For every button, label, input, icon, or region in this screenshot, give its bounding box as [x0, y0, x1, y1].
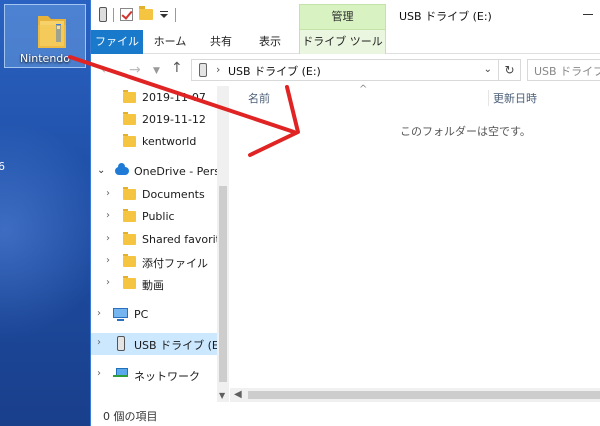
nav-item-label: OneDrive - Perso [134, 165, 227, 178]
new-folder-icon[interactable] [139, 6, 153, 20]
empty-folder-message: このフォルダーは空です。 [400, 125, 531, 138]
minimize-icon[interactable] [583, 14, 593, 15]
title-bar: 管理 USB ドライブ (E:) [91, 0, 600, 30]
window-title: USB ドライブ (E:) [399, 10, 492, 23]
chevron-right-icon[interactable]: › [106, 277, 110, 288]
nav-item-label: Shared favorites [142, 233, 229, 246]
nav-item-pc[interactable]: › PC [91, 304, 229, 326]
desktop: Nintendo 6 [0, 0, 90, 426]
folder-icon [123, 112, 136, 125]
file-list-area[interactable]: ^ 名前 更新日時 このフォルダーは空です。 ◀ [230, 84, 600, 402]
desktop-icon-nintendo[interactable]: Nintendo [4, 4, 86, 68]
nav-item-usb-drive[interactable]: › USB ドライブ (E:) [91, 333, 229, 355]
column-header-name[interactable]: 名前 [248, 90, 270, 106]
address-path[interactable]: USB ドライブ (E:) [228, 63, 321, 79]
back-arrow-icon[interactable]: ← [101, 62, 113, 78]
folder-icon [123, 134, 136, 147]
column-divider[interactable] [488, 90, 489, 106]
chevron-right-icon[interactable]: › [106, 255, 110, 266]
sort-ascending-icon: ^ [359, 84, 368, 95]
properties-check-icon[interactable] [120, 8, 133, 21]
recent-locations-chevron-icon[interactable]: ▼ [153, 66, 160, 76]
folder-icon [123, 276, 136, 289]
forward-arrow-icon[interactable]: → [129, 62, 141, 78]
search-placeholder: USB ドライブ (E:) [534, 65, 600, 78]
scroll-down-arrow-icon[interactable]: ▼ [219, 391, 225, 400]
folder-icon [123, 209, 136, 222]
chevron-right-icon[interactable]: › [97, 337, 101, 348]
tab-drive-tools[interactable]: ドライブ ツール [299, 30, 386, 54]
nav-item-kentworld[interactable]: kentworld [91, 131, 229, 153]
ribbon-tabs: ファイル ホーム 共有 表示 ドライブ ツール [91, 30, 600, 54]
nav-item-label: PC [134, 308, 149, 321]
explorer-window: 管理 USB ドライブ (E:) ファイル ホーム 共有 表示 ドライブ ツール… [90, 0, 600, 426]
nav-item-onedrive[interactable]: ⌄ OneDrive - Perso [91, 161, 229, 183]
chevron-right-icon[interactable]: › [97, 368, 101, 379]
cloud-icon [115, 163, 129, 175]
chevron-right-icon[interactable]: › [97, 308, 101, 319]
address-bar[interactable]: › USB ドライブ (E:) ⌄ [191, 59, 499, 81]
navigation-pane[interactable]: 2019-11-07 2019-11-12 kentworld ⌄ OneDri… [91, 86, 229, 402]
nav-item-label: Documents [142, 188, 205, 201]
folder-icon [123, 90, 136, 103]
nav-item-shared-favorites[interactable]: › Shared favorites [91, 229, 229, 251]
scrollbar-thumb[interactable] [248, 391, 600, 399]
desktop-edge-text: 6 [0, 160, 5, 173]
status-bar: 0 個の項目 [91, 402, 600, 426]
toolbar-separator [113, 7, 114, 22]
usb-drive-icon [199, 63, 207, 77]
nav-item-2019-11-07[interactable]: 2019-11-07 [91, 87, 229, 109]
nav-item-label: USB ドライブ (E:) [134, 339, 227, 352]
nav-item-label: Public [142, 210, 175, 223]
nav-item-documents[interactable]: › Documents [91, 184, 229, 206]
scroll-left-arrow-icon[interactable]: ◀ [234, 389, 242, 400]
customize-toolbar-dropdown-icon[interactable] [159, 10, 169, 20]
nav-item-2019-11-12[interactable]: 2019-11-12 [91, 109, 229, 131]
tab-share[interactable]: 共有 [201, 30, 241, 54]
navigation-bar: ← → ▼ ↑ › USB ドライブ (E:) ⌄ ↻ USB ドライブ (E:… [91, 54, 600, 86]
folder-icon [123, 254, 136, 267]
nav-item-label: 動画 [142, 279, 164, 292]
chevron-right-icon[interactable]: › [106, 233, 110, 244]
desktop-icon-label: Nintendo [19, 52, 71, 65]
desktop-wallpaper-glow [0, 120, 90, 340]
tab-view[interactable]: 表示 [251, 30, 289, 54]
nav-item-label: 添付ファイル [142, 257, 208, 270]
folder-icon [38, 16, 66, 48]
tab-manage[interactable]: 管理 [299, 4, 386, 30]
pc-icon [113, 308, 128, 321]
up-arrow-icon[interactable]: ↑ [171, 60, 183, 76]
scrollbar-thumb[interactable] [219, 186, 227, 382]
folder-icon [123, 232, 136, 245]
horizontal-scrollbar[interactable]: ◀ [230, 388, 600, 402]
nav-item-label: 2019-11-07 [142, 91, 206, 104]
toolbar-separator [175, 7, 176, 22]
network-icon [113, 368, 128, 380]
nav-item-label: kentworld [142, 135, 197, 148]
nav-item-network[interactable]: › ネットワーク [91, 364, 229, 386]
nav-item-label: 2019-11-12 [142, 113, 206, 126]
refresh-icon[interactable]: ↻ [499, 59, 521, 81]
nav-item-videos[interactable]: › 動画 [91, 273, 229, 295]
item-count: 0 個の項目 [103, 410, 158, 423]
tab-file[interactable]: ファイル [91, 30, 143, 54]
nav-item-attachments[interactable]: › 添付ファイル [91, 251, 229, 273]
tab-home[interactable]: ホーム [149, 30, 191, 54]
chevron-down-icon[interactable]: ⌄ [484, 64, 492, 75]
nav-item-label: ネットワーク [134, 370, 200, 383]
usb-drive-icon [117, 336, 125, 351]
chevron-right-icon[interactable]: › [216, 63, 220, 76]
nav-pane-scrollbar[interactable]: ▼ [217, 86, 229, 402]
search-input[interactable]: USB ドライブ (E:) [527, 59, 600, 81]
chevron-down-icon[interactable]: ⌄ [97, 165, 105, 176]
drive-icon[interactable] [99, 7, 107, 22]
chevron-right-icon[interactable]: › [106, 188, 110, 199]
column-header-date-modified[interactable]: 更新日時 [493, 90, 537, 106]
quick-access-toolbar [99, 6, 176, 22]
folder-icon [123, 187, 136, 200]
nav-item-public[interactable]: › Public [91, 206, 229, 228]
chevron-right-icon[interactable]: › [106, 210, 110, 221]
